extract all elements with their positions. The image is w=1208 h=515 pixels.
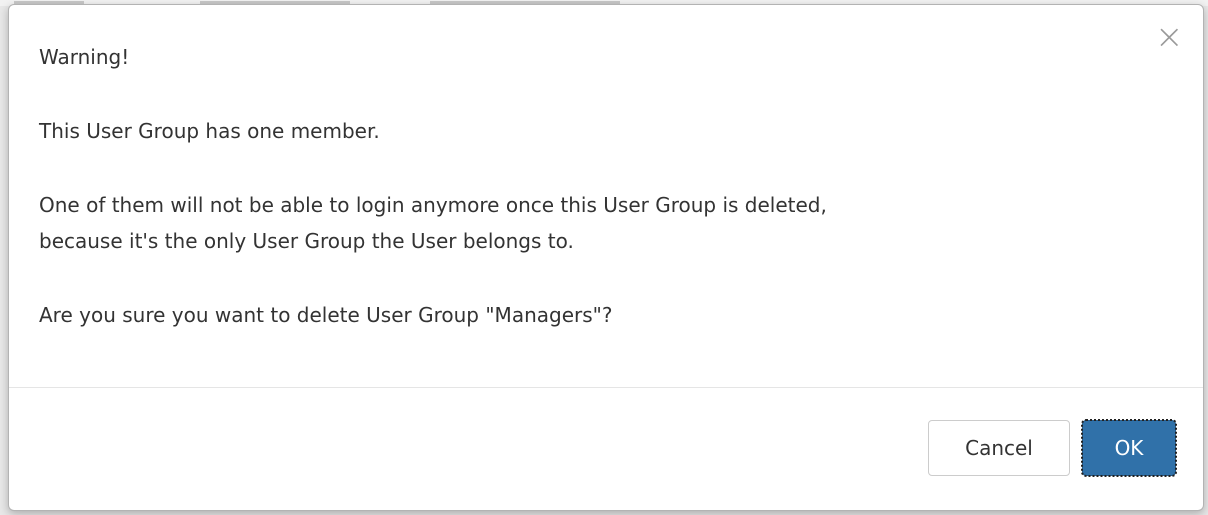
confirm-delete-dialog: × Warning! This User Group has one membe…	[8, 4, 1204, 511]
dialog-title: Warning!	[39, 45, 130, 69]
member-count-message: This User Group has one member.	[39, 119, 380, 143]
login-warning-message: One of them will not be able to login an…	[39, 187, 1173, 259]
close-icon[interactable]: ×	[1155, 20, 1184, 54]
cancel-button[interactable]: Cancel	[928, 420, 1070, 476]
ok-button[interactable]: OK	[1081, 419, 1177, 477]
dialog-body: × Warning! This User Group has one membe…	[9, 5, 1203, 387]
login-warning-line-2: because it's the only User Group the Use…	[39, 229, 574, 253]
login-warning-line-1: One of them will not be able to login an…	[39, 193, 827, 217]
dialog-footer: Cancel OK	[9, 388, 1203, 511]
delete-confirmation-question: Are you sure you want to delete User Gro…	[39, 303, 613, 327]
